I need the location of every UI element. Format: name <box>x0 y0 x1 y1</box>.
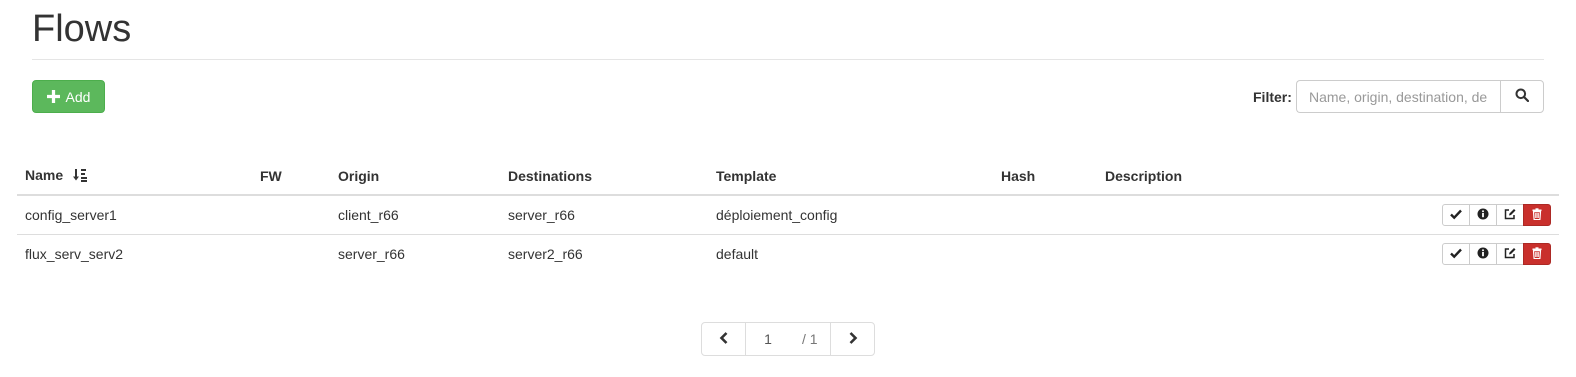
column-header-hash[interactable]: Hash <box>993 157 1097 196</box>
column-header-template[interactable]: Template <box>708 157 993 196</box>
column-header-description[interactable]: Description <box>1097 157 1297 196</box>
cell-actions <box>1297 234 1559 273</box>
check-icon <box>1450 207 1462 223</box>
trash-icon <box>1531 207 1543 223</box>
flows-table: Name FW Origin Destinations Template Has… <box>17 157 1559 273</box>
info-button[interactable] <box>1469 243 1497 265</box>
column-header-name[interactable]: Name <box>17 157 252 196</box>
next-page-button[interactable] <box>830 323 874 355</box>
cell-fw <box>252 195 330 235</box>
page-total: / 1 <box>802 331 818 347</box>
delete-button[interactable] <box>1523 204 1551 226</box>
edit-icon <box>1504 246 1516 262</box>
cell-template: default <box>708 234 993 273</box>
search-icon <box>1515 88 1530 105</box>
trash-icon <box>1531 246 1543 262</box>
table-row: flux_serv_serv2 server_r66 server2_r66 d… <box>17 234 1559 273</box>
validate-button[interactable] <box>1442 204 1470 226</box>
cell-template: déploiement_config <box>716 207 838 223</box>
validate-button[interactable] <box>1442 243 1470 265</box>
column-header-destinations[interactable]: Destinations <box>500 157 708 196</box>
cell-destinations: server2_r66 <box>500 234 708 273</box>
edit-button[interactable] <box>1496 243 1524 265</box>
add-button-label: Add <box>65 88 91 105</box>
column-header-origin[interactable]: Origin <box>330 157 500 196</box>
filter-group <box>1296 80 1544 113</box>
sort-alpha-icon[interactable] <box>73 168 88 185</box>
chevron-left-icon <box>719 331 729 347</box>
previous-page-button[interactable] <box>702 323 746 355</box>
cell-fw <box>252 234 330 273</box>
page-number-input[interactable] <box>746 331 790 347</box>
cell-origin: server_r66 <box>330 234 500 273</box>
filter-label: Filter: <box>1253 89 1292 105</box>
info-button[interactable] <box>1469 204 1497 226</box>
edit-button[interactable] <box>1496 204 1524 226</box>
cell-destinations: server_r66 <box>508 207 575 223</box>
page-title: Flows <box>32 8 132 50</box>
pagination: / 1 <box>701 322 875 356</box>
cell-actions <box>1297 195 1559 235</box>
check-icon <box>1450 246 1462 262</box>
cell-name: config_server1 <box>25 207 117 223</box>
plus-icon <box>46 90 60 103</box>
search-button[interactable] <box>1500 80 1544 113</box>
table-row: config_server1 client_r66 server_r66 dép… <box>17 195 1559 235</box>
delete-button[interactable] <box>1523 243 1551 265</box>
table-header-row: Name FW Origin Destinations Template Has… <box>17 157 1559 196</box>
page-indicator: / 1 <box>746 323 830 355</box>
cell-name: flux_serv_serv2 <box>17 234 252 273</box>
title-divider <box>32 59 1544 60</box>
add-button[interactable]: Add <box>32 80 105 113</box>
cell-hash <box>993 195 1097 235</box>
cell-description <box>1097 234 1297 273</box>
chevron-right-icon <box>848 331 858 347</box>
info-icon <box>1477 207 1489 223</box>
column-header-fw[interactable]: FW <box>252 157 330 196</box>
filter-input[interactable] <box>1296 80 1500 113</box>
info-icon <box>1477 246 1489 262</box>
cell-origin: client_r66 <box>338 207 399 223</box>
column-header-actions <box>1297 157 1559 196</box>
edit-icon <box>1504 207 1516 223</box>
cell-description <box>1097 195 1297 235</box>
cell-hash <box>993 234 1097 273</box>
